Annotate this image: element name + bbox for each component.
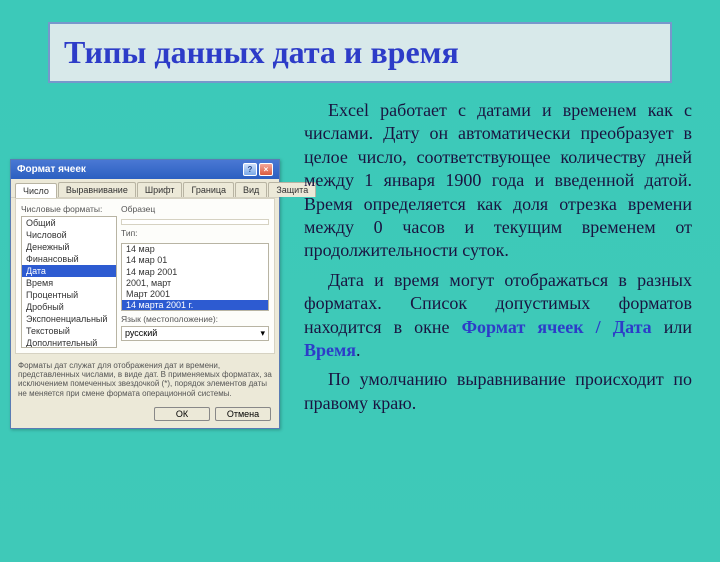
screenshot-column: Формат ячеек ? × Число Выравнивание Шриф…	[10, 99, 290, 429]
language-select[interactable]: русский ▾	[121, 326, 269, 341]
help-icon[interactable]: ?	[243, 163, 257, 176]
language-label: Язык (местоположение):	[121, 314, 269, 324]
tab-number[interactable]: Число	[15, 183, 57, 198]
category-item[interactable]: Дополнительный	[22, 337, 116, 348]
category-item[interactable]: Общий	[22, 217, 116, 229]
category-item[interactable]: Процентный	[22, 289, 116, 301]
category-item[interactable]: Денежный	[22, 241, 116, 253]
type-item[interactable]: 14 мар	[122, 244, 268, 255]
category-item[interactable]: Финансовый	[22, 253, 116, 265]
tab-font[interactable]: Шрифт	[137, 182, 183, 197]
highlight-format-cells: Формат ячеек / Дата	[462, 317, 652, 337]
content-row: Формат ячеек ? × Число Выравнивание Шриф…	[0, 99, 720, 429]
type-list[interactable]: 14 мар 14 мар 01 14 мар 2001 2001, март …	[121, 243, 269, 311]
category-item[interactable]: Экспоненциальный	[22, 313, 116, 325]
dialog-body: Числовые форматы: Общий Числовой Денежны…	[15, 198, 275, 354]
dialog-title: Формат ячеек	[17, 164, 86, 175]
window-controls: ? ×	[243, 163, 273, 176]
category-item-selected[interactable]: Дата	[22, 265, 116, 277]
tab-alignment[interactable]: Выравнивание	[58, 182, 136, 197]
type-item[interactable]: 14 мар 2001	[122, 267, 268, 278]
p2-text-e: .	[356, 340, 361, 360]
category-item[interactable]: Текстовый	[22, 325, 116, 337]
highlight-time: Время	[304, 340, 356, 360]
language-value: русский	[125, 328, 157, 339]
category-column: Числовые форматы: Общий Числовой Денежны…	[21, 204, 117, 348]
sample-column: Образец Тип: 14 мар 14 мар 01 14 мар 200…	[121, 204, 269, 348]
ok-button[interactable]: ОК	[154, 407, 210, 421]
category-item[interactable]: Время	[22, 277, 116, 289]
type-item[interactable]: 14 мар 01	[122, 255, 268, 266]
category-label: Числовые форматы:	[21, 204, 117, 214]
category-item[interactable]: Числовой	[22, 229, 116, 241]
cancel-button[interactable]: Отмена	[215, 407, 271, 421]
tab-fill[interactable]: Вид	[235, 182, 267, 197]
type-item[interactable]: 2001, март	[122, 278, 268, 289]
format-description: Форматы дат служат для отображения дат и…	[11, 358, 279, 403]
type-label: Тип:	[121, 228, 269, 238]
dialog-footer: ОК Отмена	[11, 403, 279, 428]
chevron-down-icon: ▾	[260, 328, 265, 339]
paragraph-1: Excel работает с датами и временем как с…	[304, 99, 692, 263]
type-item[interactable]: Март 2001	[122, 289, 268, 300]
body-text: Excel работает с датами и временем как с…	[304, 99, 692, 429]
language-row: Язык (местоположение): русский ▾	[121, 314, 269, 341]
format-cells-dialog: Формат ячеек ? × Число Выравнивание Шриф…	[10, 159, 280, 429]
category-list[interactable]: Общий Числовой Денежный Финансовый Дата …	[21, 216, 117, 348]
paragraph-3: По умолчанию выравнивание про­исходит по…	[304, 368, 692, 415]
sample-label: Образец	[121, 204, 269, 214]
category-item[interactable]: Дробный	[22, 301, 116, 313]
dialog-titlebar: Формат ячеек ? ×	[11, 160, 279, 179]
type-item-selected[interactable]: 14 марта 2001 г.	[122, 300, 268, 311]
sample-box	[121, 219, 269, 225]
close-icon[interactable]: ×	[259, 163, 273, 176]
page-title: Типы данных дата и время	[48, 22, 672, 83]
tab-border[interactable]: Граница	[183, 182, 234, 197]
p2-text-c: или	[652, 317, 692, 337]
paragraph-2: Дата и время могут отображаться в разных…	[304, 269, 692, 363]
dialog-tabs: Число Выравнивание Шрифт Граница Вид Защ…	[11, 179, 279, 198]
